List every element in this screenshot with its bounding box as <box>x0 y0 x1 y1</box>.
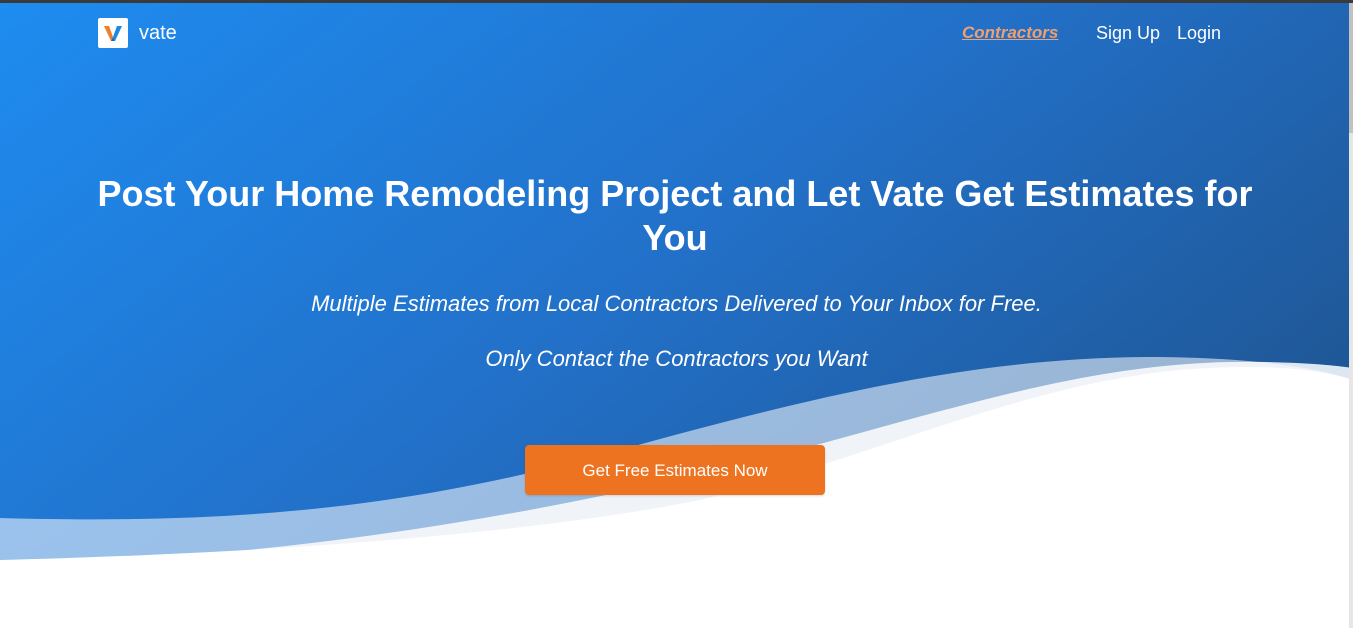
nav-login-link[interactable]: Login <box>1177 21 1221 45</box>
top-navbar: vate Contractors Sign Up Login <box>0 3 1353 63</box>
nav-links: Contractors Sign Up Login <box>0 21 1353 47</box>
get-free-estimates-button[interactable]: Get Free Estimates Now <box>525 445 825 495</box>
nav-contractors-link[interactable]: Contractors <box>962 21 1058 45</box>
hero-title: Post Your Home Remodeling Project and Le… <box>97 173 1253 258</box>
window-top-border <box>0 0 1353 3</box>
hero-subtitle-contact: Only Contact the Contractors you Want <box>485 346 868 371</box>
page: vate Contractors Sign Up Login Post Your… <box>0 0 1353 628</box>
nav-signup-link[interactable]: Sign Up <box>1096 21 1160 45</box>
scrollbar-thumb[interactable] <box>1349 3 1353 133</box>
hero-subtitle-estimates: Multiple Estimates from Local Contractor… <box>311 291 1042 316</box>
